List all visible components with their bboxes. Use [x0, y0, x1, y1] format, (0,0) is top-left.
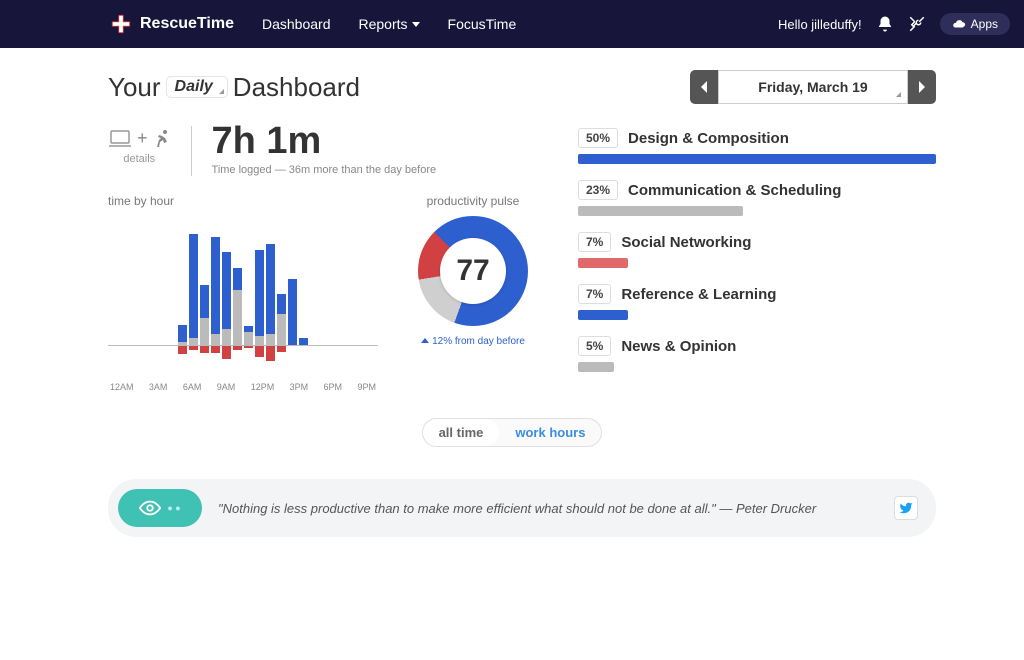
- plus-icon: +: [137, 128, 148, 149]
- logo-icon: [110, 13, 132, 35]
- brand[interactable]: RescueTime: [110, 13, 234, 35]
- category-pct: 7%: [578, 232, 611, 252]
- summary-block: + details 7h 1m Time logged — 36m more t…: [108, 122, 538, 176]
- category-row[interactable]: 23% Communication & Scheduling: [578, 180, 936, 216]
- apps-button[interactable]: Apps: [940, 13, 1010, 35]
- dots-icon: ● ●: [167, 503, 180, 513]
- dropdown-corner-icon: [896, 92, 901, 97]
- devices-block[interactable]: + details: [108, 122, 171, 165]
- hour-bar[interactable]: [266, 244, 275, 345]
- nav-focustime[interactable]: FocusTime: [448, 16, 517, 32]
- category-row[interactable]: 5% News & Opinion: [578, 336, 936, 372]
- productivity-pulse-heading: productivity pulse: [408, 194, 538, 208]
- nav-dashboard[interactable]: Dashboard: [262, 16, 331, 32]
- tweet-button[interactable]: [894, 496, 918, 520]
- pulse-change: 12% from day before: [408, 336, 538, 347]
- tools-icon[interactable]: [908, 15, 926, 33]
- category-pct: 23%: [578, 180, 618, 200]
- cloud-icon: [952, 17, 966, 31]
- productivity-pulse-donut[interactable]: 77: [418, 216, 528, 326]
- date-next-button[interactable]: [908, 70, 936, 104]
- toggle-all-time[interactable]: all time: [423, 419, 500, 446]
- nav-reports[interactable]: Reports: [358, 16, 419, 32]
- category-pct: 7%: [578, 284, 611, 304]
- running-person-icon: [153, 129, 171, 149]
- time-logged-value: 7h 1m: [212, 122, 437, 160]
- category-label: Communication & Scheduling: [628, 182, 841, 199]
- brand-name: RescueTime: [140, 15, 234, 33]
- category-label: News & Opinion: [621, 338, 736, 355]
- category-label: Design & Composition: [628, 130, 789, 147]
- twitter-icon: [899, 501, 913, 515]
- time-toggle: all time work hours: [422, 418, 603, 447]
- category-pct: 50%: [578, 128, 618, 148]
- toggle-work-hours[interactable]: work hours: [499, 419, 601, 446]
- hour-bar[interactable]: [288, 279, 297, 345]
- hour-bar[interactable]: [244, 326, 253, 345]
- category-bar: [578, 362, 614, 372]
- pulse-value: 77: [440, 238, 506, 304]
- quote-bar: ● ● "Nothing is less productive than to …: [108, 479, 936, 537]
- category-bar: [578, 154, 936, 164]
- up-arrow-icon: [421, 338, 429, 346]
- hour-bar[interactable]: [255, 250, 264, 345]
- hour-bar[interactable]: [233, 268, 242, 345]
- date-field[interactable]: Friday, March 19: [718, 70, 908, 104]
- category-bar: [578, 258, 628, 268]
- category-row[interactable]: 7% Reference & Learning: [578, 284, 936, 320]
- time-logged-subtext: Time logged — 36m more than the day befo…: [212, 164, 437, 176]
- spotlight-pill[interactable]: ● ●: [118, 489, 202, 527]
- bell-icon[interactable]: [876, 15, 894, 33]
- caret-down-icon: [412, 22, 420, 27]
- quote-text: "Nothing is less productive than to make…: [218, 501, 816, 516]
- category-pct: 5%: [578, 336, 611, 356]
- divider: [191, 126, 192, 176]
- time-by-hour-chart[interactable]: [108, 216, 378, 346]
- category-bar: [578, 206, 743, 216]
- top-nav: RescueTime Dashboard Reports FocusTime H…: [0, 0, 1024, 48]
- category-row[interactable]: 50% Design & Composition: [578, 128, 936, 164]
- hour-bar[interactable]: [299, 338, 308, 345]
- hour-bar[interactable]: [178, 325, 187, 345]
- eye-icon: [139, 497, 161, 519]
- hour-bar[interactable]: [222, 252, 231, 346]
- category-row[interactable]: 7% Social Networking: [578, 232, 936, 268]
- title-suffix: Dashboard: [233, 72, 360, 103]
- category-label: Reference & Learning: [621, 286, 776, 303]
- greeting: Hello jilleduffy!: [778, 17, 862, 32]
- hour-bar[interactable]: [211, 237, 220, 345]
- hour-bar[interactable]: [189, 234, 198, 345]
- time-by-hour-heading: time by hour: [108, 194, 378, 208]
- period-selector[interactable]: Daily: [166, 76, 228, 98]
- hour-chart-xlabels: 12AM3AM6AM9AM12PM3PM6PM9PM: [108, 382, 378, 392]
- hour-bar[interactable]: [277, 294, 286, 345]
- date-prev-button[interactable]: [690, 70, 718, 104]
- category-label: Social Networking: [621, 234, 751, 251]
- dropdown-corner-icon: [219, 89, 224, 94]
- laptop-icon: [108, 130, 132, 148]
- details-label: details: [123, 153, 155, 165]
- title-row: Your Daily Dashboard Friday, March 19: [0, 48, 1024, 122]
- date-picker: Friday, March 19: [690, 70, 936, 104]
- title-prefix: Your: [108, 72, 161, 103]
- category-list: 50% Design & Composition 23% Communication …: [578, 122, 936, 392]
- hour-bar[interactable]: [200, 285, 209, 346]
- category-bar: [578, 310, 628, 320]
